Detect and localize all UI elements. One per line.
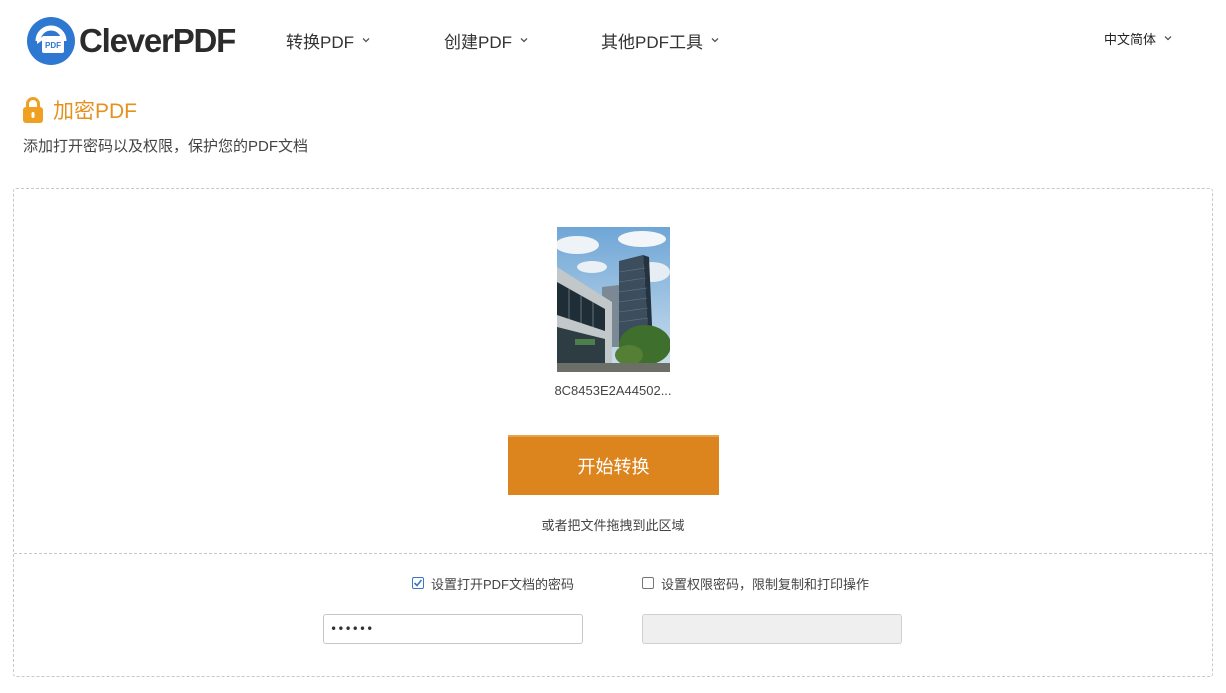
nav-other-tools-label: 其他PDF工具 (601, 32, 703, 52)
permission-password-checkbox[interactable] (642, 577, 654, 589)
file-name: 8C8453E2A44502... (554, 383, 672, 398)
section-divider (14, 553, 1212, 554)
page-title: 加密PDF (53, 100, 137, 123)
file-thumbnail (557, 227, 670, 372)
open-password-input[interactable] (323, 614, 583, 644)
logo-badge-text: PDF (45, 41, 61, 50)
chevron-down-icon (711, 38, 719, 43)
permission-password-option[interactable]: 设置权限密码，限制复制和打印操作 (642, 574, 869, 592)
open-password-label: 设置打开PDF文档的密码 (431, 576, 575, 592)
permission-password-label: 设置权限密码，限制复制和打印操作 (661, 576, 870, 592)
file-dropzone[interactable]: 8C8453E2A44502... 开始转换 或者把文件拖拽到此区域 设置打开P… (13, 188, 1213, 677)
nav-create-pdf[interactable]: 创建PDF (444, 28, 528, 52)
open-password-checkbox[interactable] (412, 577, 424, 589)
drag-drop-hint: 或者把文件拖拽到此区域 (541, 518, 685, 533)
language-selector[interactable]: 中文简体 (1104, 28, 1172, 48)
nav-convert-pdf[interactable]: 转换PDF (286, 28, 370, 52)
nav-convert-pdf-label: 转换PDF (286, 32, 354, 52)
logo[interactable]: PDF CleverPDF (27, 16, 236, 66)
nav-create-pdf-label: 创建PDF (444, 32, 512, 52)
chevron-down-icon (362, 38, 370, 43)
lock-icon (23, 97, 43, 123)
start-convert-button[interactable]: 开始转换 (508, 435, 719, 495)
open-password-option[interactable]: 设置打开PDF文档的密码 (412, 574, 574, 592)
chevron-down-icon (520, 38, 528, 43)
nav-other-tools[interactable]: 其他PDF工具 (601, 28, 719, 52)
permission-password-input[interactable] (642, 614, 902, 644)
page-subtitle: 添加打开密码以及权限，保护您的PDF文档 (23, 138, 309, 155)
page-title-row: 加密PDF (22, 96, 137, 124)
brand-name: CleverPDF (79, 22, 236, 59)
site-header: PDF CleverPDF 转换PDF 创建PDF 其他PDF工具 中文简体 (0, 0, 1226, 82)
building-photo-image (557, 227, 670, 372)
language-label: 中文简体 (1104, 31, 1157, 47)
checkmark-icon (413, 579, 423, 587)
cleverpdf-logo-icon: PDF (27, 17, 75, 65)
chevron-down-icon (1164, 36, 1172, 41)
